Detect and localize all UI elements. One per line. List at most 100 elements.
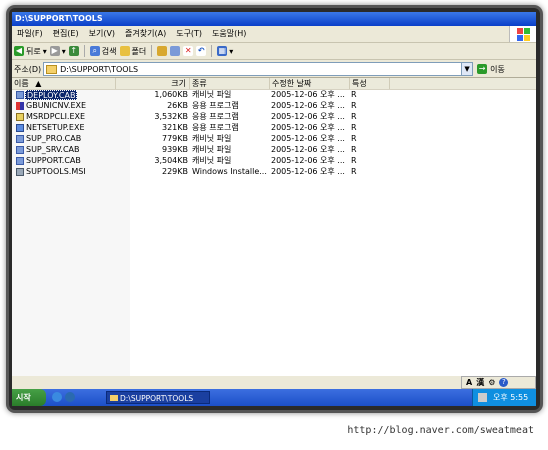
menu-edit[interactable]: 편집(E) bbox=[48, 26, 84, 42]
cab-icon bbox=[16, 157, 24, 165]
system-tray: 오후 5:55 bbox=[472, 389, 536, 406]
toolbar: ◀ 뒤로 ▾ ▶ ▾ ↑ ⌕ 검색 폴더 ✕ ↶ ▦ ▾ bbox=[12, 43, 536, 60]
input-mode-button[interactable]: A bbox=[466, 378, 472, 387]
move-to-icon[interactable] bbox=[157, 46, 168, 56]
menu-bar: 파일(F) 편집(E) 보기(V) 즐겨찾기(A) 도구(T) 도움말(H) bbox=[12, 26, 536, 43]
toolbar-divider bbox=[83, 45, 85, 57]
file-date: 2005-12-06 오후 ... bbox=[271, 134, 345, 143]
address-input[interactable]: D:\SUPPORT\TOOLS ▼ bbox=[43, 62, 474, 76]
search-icon: ⌕ bbox=[89, 46, 100, 56]
file-type: 캐비닛 파일 bbox=[192, 134, 232, 143]
exe-icon bbox=[16, 113, 24, 121]
file-date: 2005-12-06 오후 ... bbox=[271, 123, 345, 132]
forward-button[interactable]: ▶ ▾ bbox=[49, 46, 66, 56]
forward-arrow-icon: ▶ bbox=[49, 46, 60, 56]
file-type: Windows Installe... bbox=[192, 167, 267, 176]
column-header: 이름 ▲ 크기 종류 수정한 날짜 특성 bbox=[12, 78, 536, 90]
language-bar: A 漢 ⚙ ? bbox=[461, 376, 536, 389]
views-icon: ▦ bbox=[217, 46, 228, 56]
network-icon[interactable] bbox=[478, 393, 487, 402]
file-attributes: R bbox=[351, 156, 357, 165]
table-row[interactable]: SUP_SRV.CAB 939KB 캐비닛 파일 2005-12-06 오후 .… bbox=[12, 145, 536, 155]
file-date: 2005-12-06 오후 ... bbox=[271, 112, 345, 121]
file-type: 응용 프로그램 bbox=[192, 112, 239, 121]
back-button[interactable]: ◀ 뒤로 ▾ bbox=[14, 46, 47, 57]
search-button[interactable]: ⌕ 검색 bbox=[89, 46, 117, 57]
menu-view[interactable]: 보기(V) bbox=[84, 26, 120, 42]
start-button[interactable]: 시작 bbox=[12, 389, 46, 406]
file-name: DEPLOY.CAB bbox=[25, 90, 78, 100]
go-button[interactable]: → 이동 bbox=[477, 64, 505, 75]
file-attributes: R bbox=[351, 167, 357, 176]
start-label: 시작 bbox=[16, 393, 31, 402]
file-attributes: R bbox=[351, 112, 357, 121]
table-row[interactable]: SUPPORT.CAB 3,504KB 캐비닛 파일 2005-12-06 오후… bbox=[12, 156, 536, 166]
copy-to-icon[interactable] bbox=[170, 46, 181, 56]
search-label: 검색 bbox=[101, 46, 117, 56]
folders-button[interactable]: 폴더 bbox=[119, 46, 147, 57]
column-header-name[interactable]: 이름 ▲ bbox=[12, 78, 116, 89]
sort-ascending-icon: ▲ bbox=[35, 79, 42, 88]
go-arrow-icon: → bbox=[477, 64, 488, 74]
browser-icon[interactable] bbox=[52, 392, 62, 402]
file-type: 응용 프로그램 bbox=[192, 123, 239, 132]
file-type: 캐비닛 파일 bbox=[192, 145, 232, 154]
back-label: 뒤로 bbox=[26, 46, 41, 56]
quick-launch bbox=[52, 392, 75, 402]
file-date: 2005-12-06 오후 ... bbox=[271, 145, 345, 154]
table-row[interactable]: SUP_PRO.CAB 779KB 캐비닛 파일 2005-12-06 오후 .… bbox=[12, 134, 536, 144]
address-label: 주소(D) bbox=[14, 64, 42, 74]
delete-icon[interactable]: ✕ bbox=[183, 46, 194, 56]
help-icon[interactable]: ? bbox=[499, 378, 509, 387]
title-bar[interactable]: D:\SUPPORT\TOOLS bbox=[12, 12, 536, 26]
hanja-button[interactable]: 漢 bbox=[476, 377, 484, 388]
column-name-label: 이름 bbox=[14, 79, 29, 88]
folder-icon bbox=[110, 395, 118, 401]
column-header-size[interactable]: 크기 bbox=[116, 78, 190, 89]
menu-file[interactable]: 파일(F) bbox=[12, 26, 48, 42]
folder-icon bbox=[46, 64, 58, 74]
menu-favorites[interactable]: 즐겨찾기(A) bbox=[120, 26, 171, 42]
clock: 오후 5:55 bbox=[493, 393, 529, 402]
chevron-down-icon: ▾ bbox=[229, 46, 234, 56]
file-type: 캐비닛 파일 bbox=[192, 90, 232, 99]
go-label: 이동 bbox=[490, 64, 505, 74]
taskbar-window-label: D:\SUPPORT\TOOLS bbox=[120, 394, 194, 403]
settings-icon[interactable]: ⚙ bbox=[488, 378, 495, 387]
column-header-type[interactable]: 종류 bbox=[190, 78, 270, 89]
blog-url-caption: http://blog.naver.com/sweatmeat bbox=[347, 425, 534, 436]
file-name: SUPTOOLS.MSI bbox=[26, 167, 86, 176]
table-row[interactable]: DEPLOY.CAB 1,060KB 캐비닛 파일 2005-12-06 오후 … bbox=[12, 90, 536, 100]
column-header-attributes[interactable]: 특성 bbox=[350, 78, 390, 89]
file-name: GBUNICNV.EXE bbox=[26, 101, 87, 110]
file-date: 2005-12-06 오후 ... bbox=[271, 156, 345, 165]
taskbar-window-button[interactable]: D:\SUPPORT\TOOLS bbox=[106, 391, 210, 404]
file-date: 2005-12-06 오후 ... bbox=[271, 167, 345, 176]
chevron-down-icon: ▾ bbox=[42, 46, 47, 56]
media-player-icon[interactable] bbox=[65, 392, 75, 402]
toolbar-divider bbox=[151, 45, 153, 57]
file-name: MSRDPCLI.EXE bbox=[26, 112, 86, 121]
views-button[interactable]: ▦ ▾ bbox=[217, 46, 233, 56]
chevron-down-icon[interactable]: ▼ bbox=[461, 63, 473, 75]
cab-icon bbox=[16, 146, 24, 154]
file-date: 2005-12-06 오후 ... bbox=[271, 101, 345, 110]
undo-icon[interactable]: ↶ bbox=[196, 46, 207, 56]
menu-tools[interactable]: 도구(T) bbox=[171, 26, 207, 42]
column-header-date[interactable]: 수정한 날짜 bbox=[270, 78, 350, 89]
taskbar: 시작 D:\SUPPORT\TOOLS 오후 5:55 bbox=[12, 389, 536, 406]
folders-label: 폴더 bbox=[131, 46, 147, 56]
table-row[interactable]: NETSETUP.EXE 321KB 응용 프로그램 2005-12-06 오후… bbox=[12, 123, 536, 133]
menu-help[interactable]: 도움말(H) bbox=[207, 26, 251, 42]
address-bar: 주소(D) D:\SUPPORT\TOOLS ▼ → 이동 bbox=[12, 61, 536, 78]
file-size: 3,532KB bbox=[154, 112, 188, 121]
up-folder-icon[interactable]: ↑ bbox=[68, 46, 79, 56]
file-type: 캐비닛 파일 bbox=[192, 156, 232, 165]
file-size: 779KB bbox=[161, 134, 188, 143]
table-row[interactable]: MSRDPCLI.EXE 3,532KB 응용 프로그램 2005-12-06 … bbox=[12, 112, 536, 122]
table-row[interactable]: SUPTOOLS.MSI 229KB Windows Installe... 2… bbox=[12, 167, 536, 177]
windows-logo-icon bbox=[509, 26, 536, 42]
table-row[interactable]: GBUNICNV.EXE 26KB 응용 프로그램 2005-12-06 오후 … bbox=[12, 101, 536, 111]
file-size: 939KB bbox=[161, 145, 188, 154]
file-attributes: R bbox=[351, 145, 357, 154]
